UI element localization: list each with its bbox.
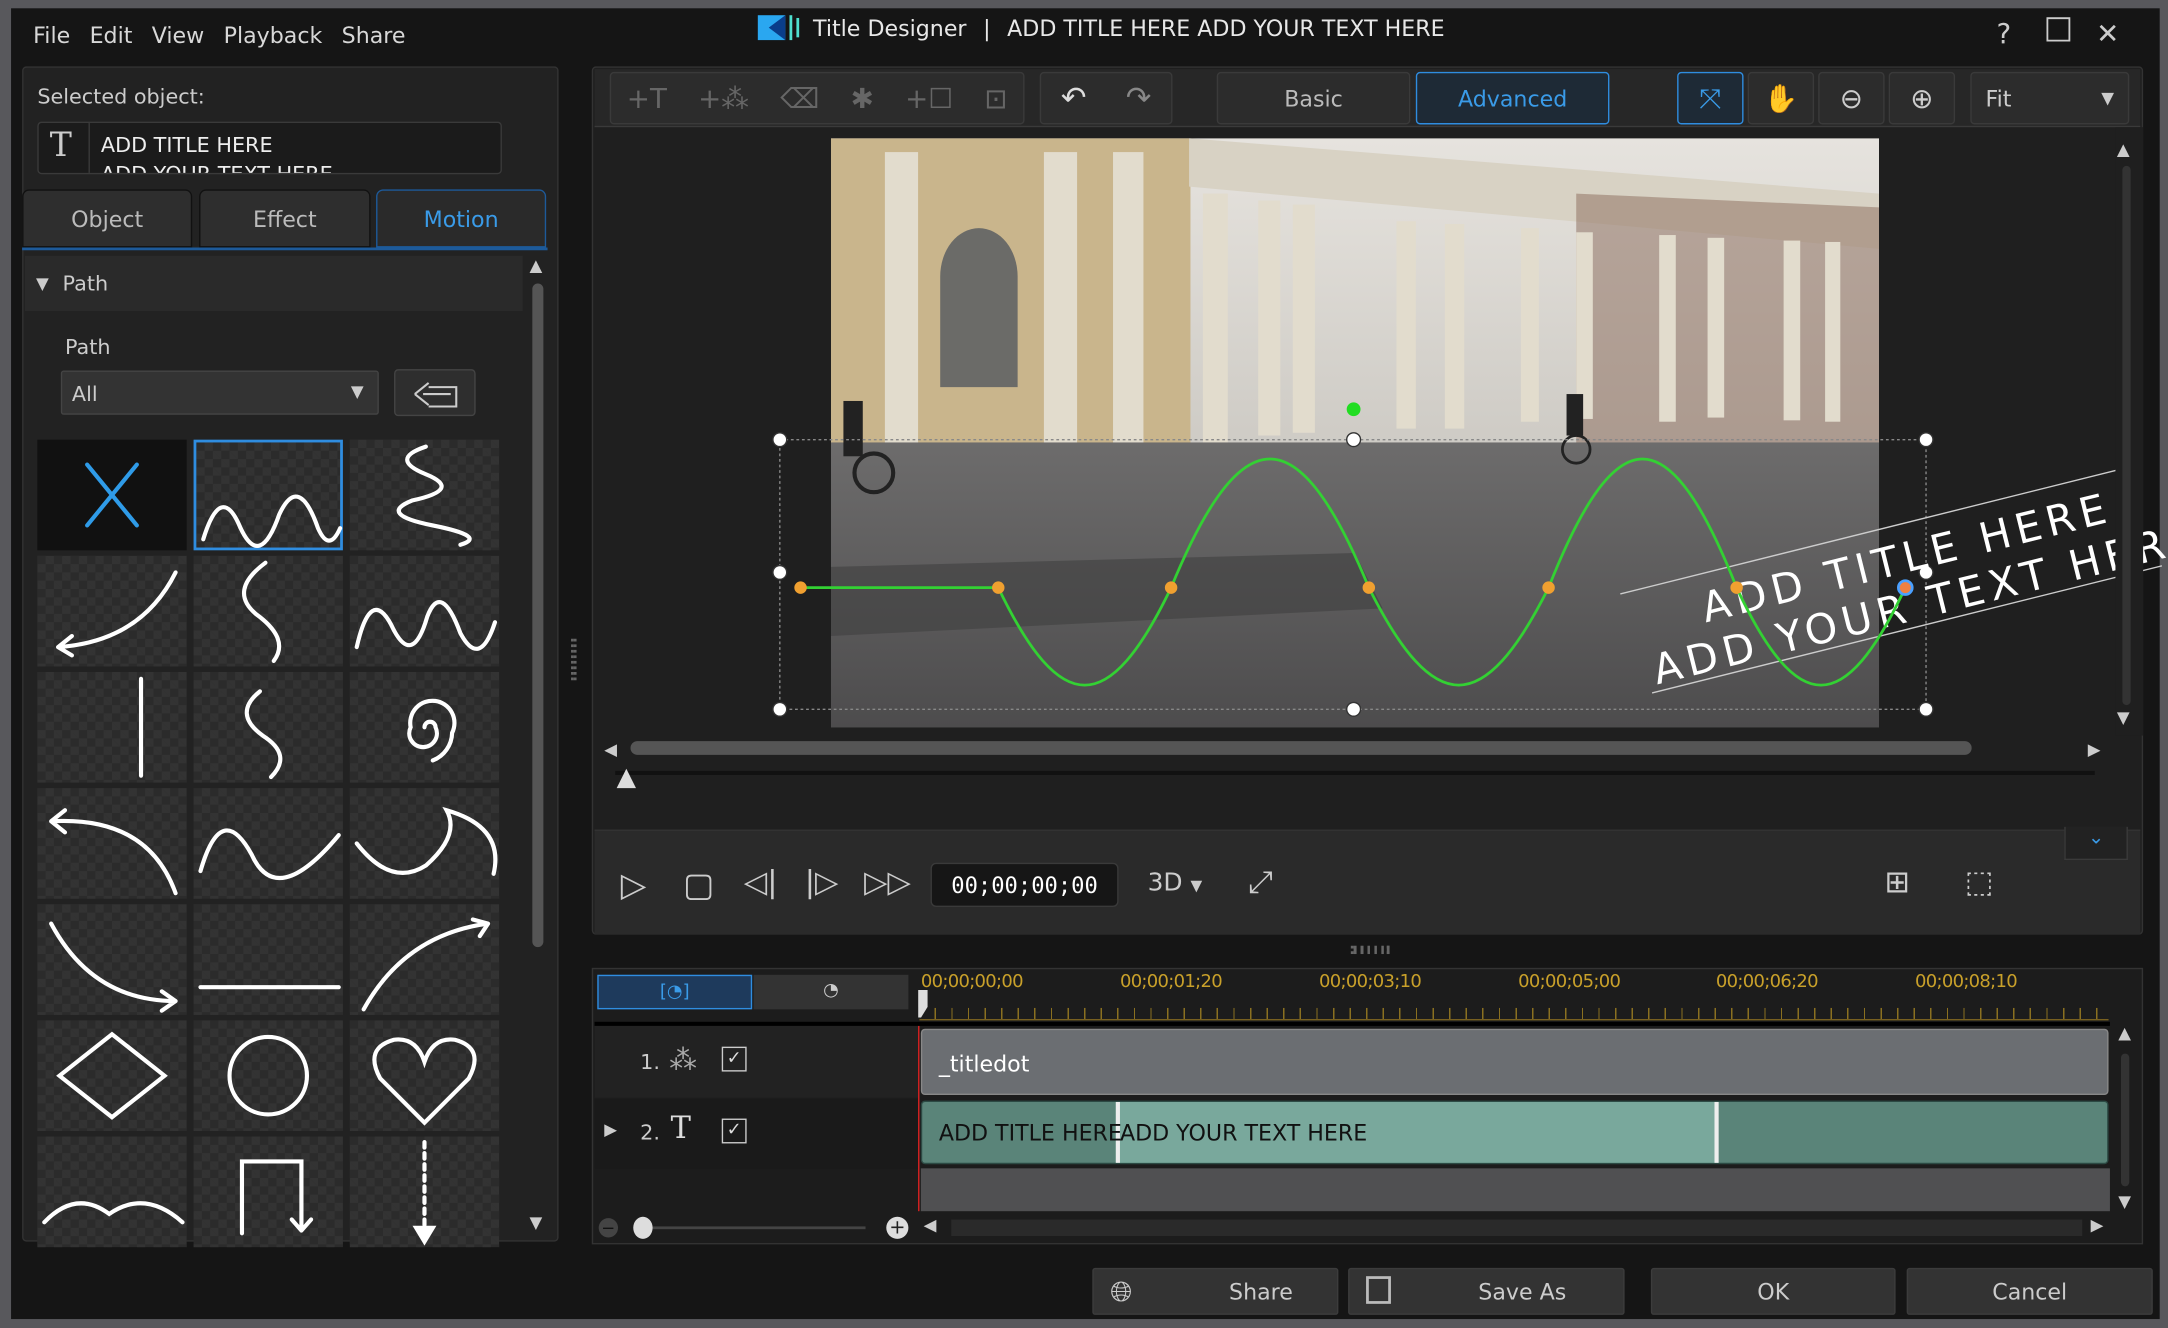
empty-track-area [920, 1168, 2110, 1212]
clock-icon: [◔] [659, 981, 690, 1003]
timecode-display[interactable]: 00;00;00;00 [930, 862, 1119, 908]
ruler-label: 00;00;06;20 [1715, 972, 1819, 993]
scroll-down-icon: ▼ [2117, 708, 2130, 727]
end-keyframe[interactable] [1896, 579, 1914, 596]
particle-icon: ⁂ [669, 1042, 697, 1076]
globe-upload-icon: 🌐︎ [1110, 1274, 1133, 1308]
tv-safe-zone-icon[interactable]: ⬚ [1965, 866, 1994, 901]
splitter-grip[interactable] [1350, 945, 1390, 955]
horizontal-scrollbar-thumb[interactable] [630, 741, 1972, 755]
scroll-up-icon: ▲ [2117, 140, 2130, 159]
expand-toggle[interactable]: ⌄ [2064, 826, 2128, 861]
clip-main-label: ADD YOUR TEXT HERE [1119, 1119, 1368, 1147]
ruler-label: 00;00;00;00 [920, 972, 1024, 993]
scroll-down-icon[interactable]: ▼ [2118, 1192, 2131, 1211]
timeline-zoom-slider[interactable] [638, 1226, 866, 1230]
scroll-left-icon[interactable]: ◀ [924, 1215, 937, 1234]
scroll-right-icon: ▶ [2088, 740, 2101, 759]
clip-titledot[interactable]: _titledot [920, 1028, 2109, 1096]
zoom-slider-handle[interactable] [633, 1216, 653, 1239]
3d-mode-dropdown[interactable]: 3D ▼ [1148, 868, 1203, 897]
track-header-1: 1. ⁂ ✓ [594, 1025, 919, 1098]
keyframe-view-toggle[interactable]: [◔] [597, 974, 753, 1010]
save-as-button[interactable]: Save As [1348, 1267, 1625, 1315]
next-frame-button[interactable]: |▷ [805, 866, 839, 901]
expand-track-icon[interactable]: ▶ [604, 1120, 617, 1139]
ruler-label: 00;00;01;20 [1119, 972, 1223, 993]
scroll-right-icon[interactable]: ▶ [2091, 1215, 2104, 1234]
previous-frame-button[interactable]: ◁| [744, 866, 778, 901]
vertical-scrollbar[interactable] [2122, 165, 2131, 706]
timeline-zoom-out-button[interactable]: − [598, 1218, 619, 1238]
floppy-disk-icon [1366, 1276, 1391, 1304]
chevron-down-icon: ▼ [1190, 876, 1203, 895]
track-index: 2. [640, 1119, 660, 1145]
clip-in-label: ADD TITLE HERE [938, 1119, 1122, 1147]
track-scrollbar[interactable] [2120, 1053, 2130, 1187]
time-view-toggle[interactable]: ◔ [753, 974, 909, 1010]
timeline-cursor-line [918, 1025, 920, 1212]
play-button[interactable]: ▷ [621, 866, 647, 905]
clip-title[interactable]: ADD TITLE HERE ADD YOUR TEXT HERE [920, 1100, 2109, 1165]
title-track-icon: T [670, 1111, 691, 1147]
chevron-down-icon: ⌄ [2087, 826, 2105, 849]
3d-mode-label: 3D [1147, 868, 1183, 898]
timeline-zoom-in-button[interactable]: + [886, 1216, 909, 1239]
share-label: Share [1229, 1278, 1293, 1305]
share-button[interactable]: 🌐︎ Share [1092, 1267, 1339, 1315]
save-as-label: Save As [1478, 1278, 1567, 1305]
ok-button[interactable]: OK [1650, 1267, 1896, 1315]
track-visible-checkbox[interactable]: ✓ [721, 1118, 747, 1144]
ruler-label: 00;00;08;10 [1914, 972, 2018, 993]
scroll-left-icon: ◀ [604, 740, 617, 759]
stop-button[interactable]: ▢ [683, 866, 714, 905]
ruler-label: 00;00;05;00 [1518, 972, 1621, 993]
clock-icon: ◔ [823, 980, 839, 1002]
timeline-horizontal-scrollbar[interactable] [951, 1219, 2083, 1237]
scroll-up-icon[interactable]: ▲ [2118, 1023, 2131, 1042]
fast-forward-button[interactable]: ▷▷ [864, 866, 911, 901]
ruler-label: 00;00;03;10 [1319, 972, 1422, 993]
fullscreen-icon[interactable]: ⤢ [1249, 866, 1273, 901]
rotate-handle[interactable] [1346, 402, 1361, 417]
cancel-button[interactable]: Cancel [1906, 1267, 2153, 1315]
track-visible-checkbox[interactable]: ✓ [721, 1046, 747, 1072]
track-header-2: ▶ 2. T ✓ [594, 1099, 919, 1169]
safe-zone-grid-icon[interactable]: ⊞ [1885, 866, 1910, 901]
track-index: 1. [640, 1049, 660, 1075]
clip-label: _titledot [938, 1050, 1030, 1078]
